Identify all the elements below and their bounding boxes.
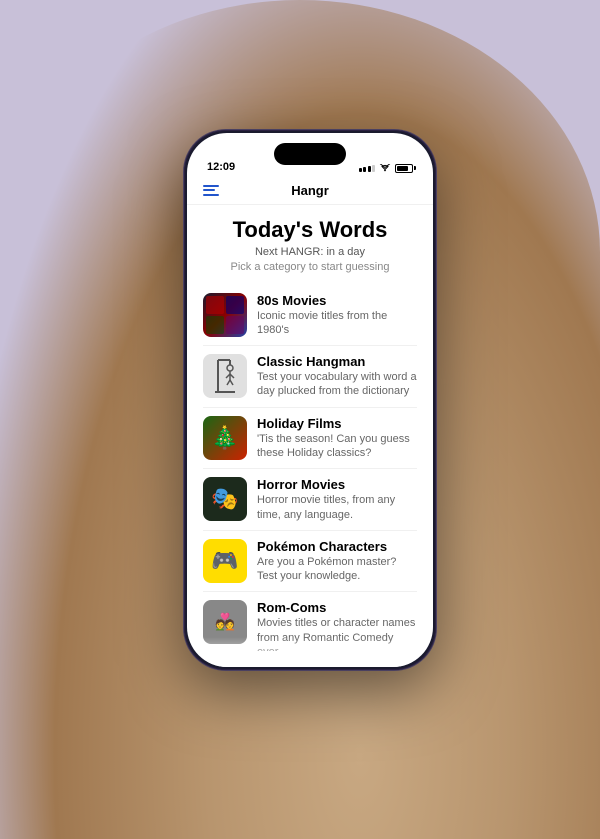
category-item-romcoms[interactable]: 💑 Rom-Coms Movies titles or character na…: [203, 592, 417, 650]
hangman-icon: [210, 358, 240, 394]
category-item-hangman[interactable]: Classic Hangman Test your vocabulary wit…: [203, 346, 417, 408]
nav-title: Hangr: [291, 183, 329, 198]
category-name-hangman: Classic Hangman: [257, 354, 417, 369]
category-text-pokemon: Pokémon Characters Are you a Pokémon mas…: [257, 539, 417, 584]
next-hangr-text: Next HANGR: in a day: [203, 246, 417, 258]
nav-bar: Hangr: [187, 177, 433, 205]
category-thumb-holiday: 🎄: [203, 416, 247, 460]
app-content: Hangr Today's Words Next HANGR: in a day…: [187, 177, 433, 667]
category-text-holiday: Holiday Films 'Tis the season! Can you g…: [257, 416, 417, 461]
category-list: 80s Movies Iconic movie titles from the …: [203, 285, 417, 651]
status-icons: [359, 164, 414, 173]
category-item-horror[interactable]: 🎭 Horror Movies Horror movie titles, fro…: [203, 469, 417, 531]
phone-frame: 12:09: [184, 130, 436, 670]
category-text-hangman: Classic Hangman Test your vocabulary wit…: [257, 354, 417, 399]
subtitle-text: Pick a category to start guessing: [203, 261, 417, 273]
category-thumb-hangman: [203, 354, 247, 398]
category-name-romcoms: Rom-Coms: [257, 600, 417, 615]
category-item-80s-movies[interactable]: 80s Movies Iconic movie titles from the …: [203, 285, 417, 347]
category-thumb-80s: [203, 293, 247, 337]
category-text-80s: 80s Movies Iconic movie titles from the …: [257, 293, 417, 338]
category-name-80s: 80s Movies: [257, 293, 417, 308]
wifi-icon: [379, 164, 391, 173]
category-desc-horror: Horror movie titles, from any time, any …: [257, 493, 417, 522]
signal-icon: [359, 165, 376, 172]
page-title: Today's Words: [203, 217, 417, 243]
menu-button[interactable]: [203, 185, 219, 196]
category-thumb-horror: 🎭: [203, 477, 247, 521]
category-desc-80s: Iconic movie titles from the 1980's: [257, 309, 417, 338]
category-desc-holiday: 'Tis the season! Can you guess these Hol…: [257, 432, 417, 461]
category-text-horror: Horror Movies Horror movie titles, from …: [257, 477, 417, 522]
category-item-pokemon[interactable]: 🎮 Pokémon Characters Are you a Pokémon m…: [203, 531, 417, 593]
category-desc-pokemon: Are you a Pokémon master? Test your know…: [257, 555, 417, 584]
category-name-holiday: Holiday Films: [257, 416, 417, 431]
category-desc-hangman: Test your vocabulary with word a day plu…: [257, 370, 417, 399]
main-content: Today's Words Next HANGR: in a day Pick …: [187, 205, 433, 651]
category-desc-romcoms: Movies titles or character names from an…: [257, 616, 417, 650]
category-text-romcoms: Rom-Coms Movies titles or character name…: [257, 600, 417, 650]
battery-icon: [395, 164, 413, 173]
status-time: 12:09: [207, 161, 235, 173]
category-name-horror: Horror Movies: [257, 477, 417, 492]
category-name-pokemon: Pokémon Characters: [257, 539, 417, 554]
category-thumb-romcoms: 💑: [203, 600, 247, 644]
dynamic-island: [274, 143, 346, 165]
category-thumb-pokemon: 🎮: [203, 539, 247, 583]
category-item-holiday[interactable]: 🎄 Holiday Films 'Tis the season! Can you…: [203, 408, 417, 470]
